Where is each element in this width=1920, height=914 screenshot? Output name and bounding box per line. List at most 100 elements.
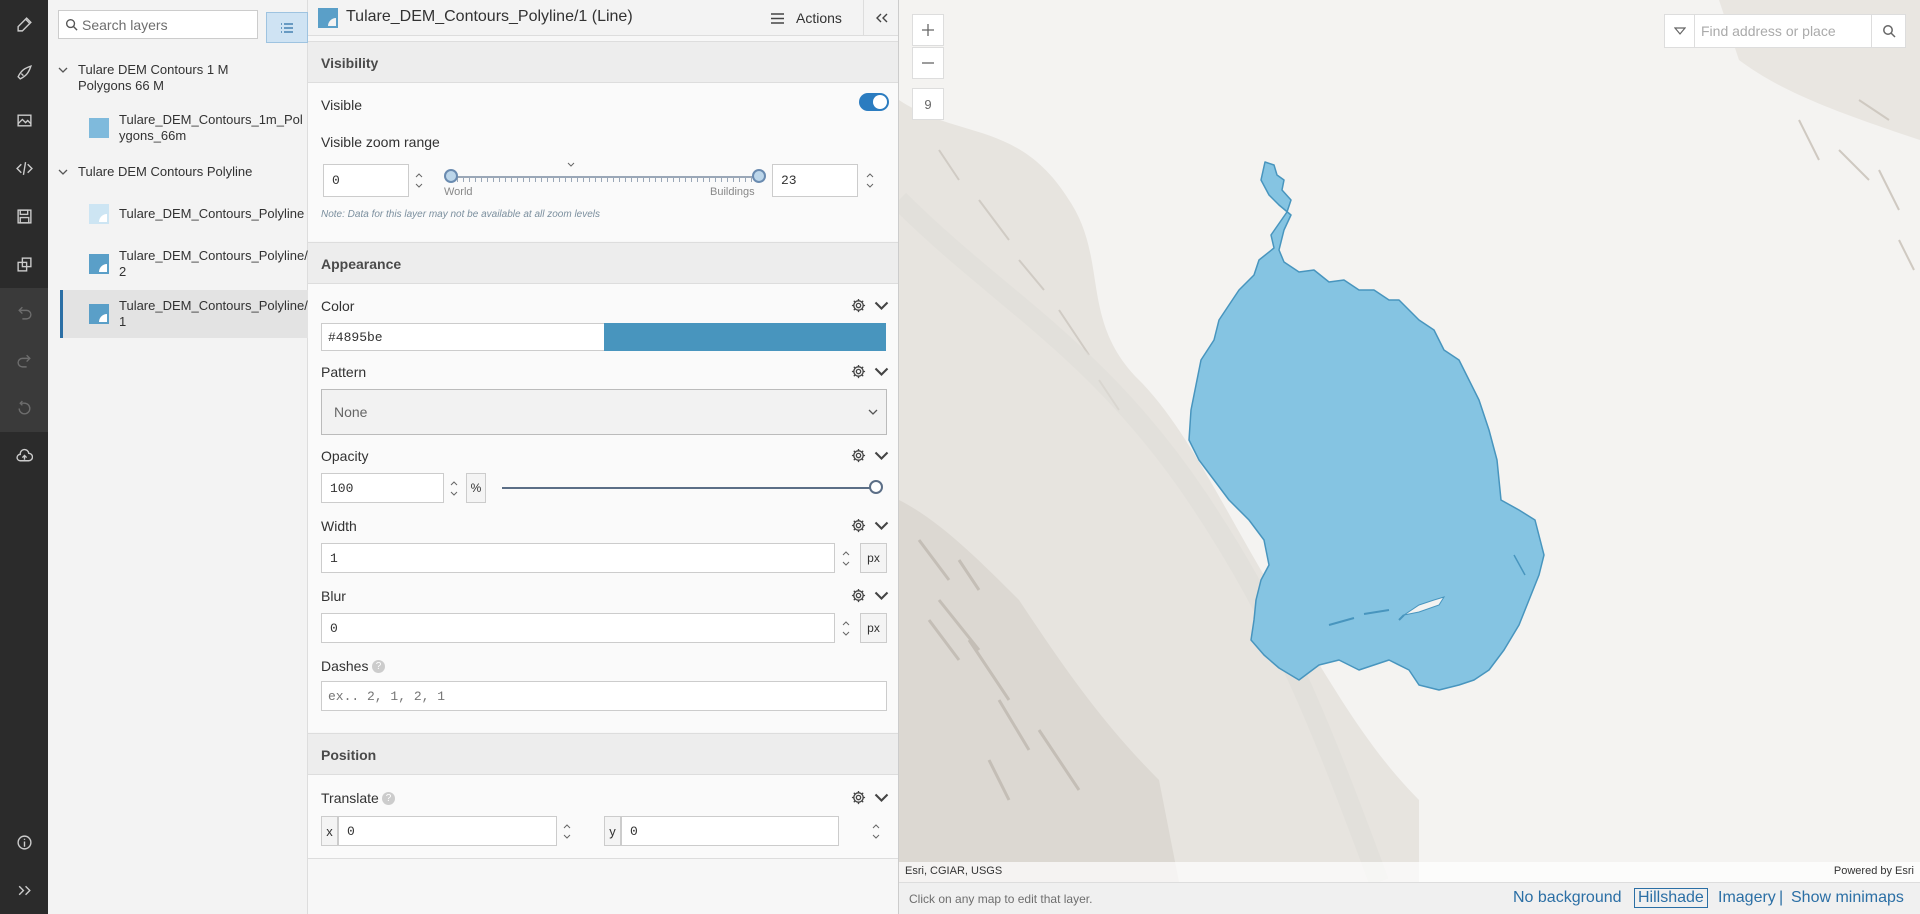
layer-item-polyline[interactable]: Tulare_DEM_Contours_Polyline bbox=[60, 190, 308, 238]
dashes-input[interactable] bbox=[321, 681, 887, 711]
collapse-panel-button[interactable] bbox=[863, 0, 898, 36]
min-zoom-input[interactable]: 0 bbox=[323, 164, 409, 197]
style-icon[interactable] bbox=[0, 48, 48, 96]
color-options[interactable] bbox=[851, 298, 889, 313]
chevron-down-icon bbox=[868, 409, 878, 415]
layer-item-polyline-1[interactable]: Tulare_DEM_Contours_Polyline/1 bbox=[60, 290, 308, 338]
pattern-select[interactable]: None bbox=[321, 389, 887, 435]
map-view[interactable]: 9 Esri, CGIAR, USGS Powered by Esri bbox=[899, 0, 1920, 882]
layer-item-polygons-66m[interactable]: Tulare_DEM_Contours_1m_Polygons_66m bbox=[60, 104, 308, 152]
visible-toggle[interactable] bbox=[859, 93, 889, 111]
gear-icon bbox=[851, 448, 866, 463]
min-zoom-stepper[interactable] bbox=[409, 164, 429, 197]
help-icon[interactable]: ? bbox=[382, 792, 395, 805]
info-icon[interactable] bbox=[0, 818, 48, 866]
image-icon[interactable] bbox=[0, 96, 48, 144]
chevron-up-icon bbox=[563, 823, 571, 828]
undo-icon[interactable] bbox=[0, 288, 48, 336]
width-input[interactable]: 1 bbox=[321, 543, 835, 573]
gear-icon bbox=[851, 298, 866, 313]
max-zoom-handle[interactable] bbox=[752, 169, 766, 183]
blur-input[interactable]: 0 bbox=[321, 613, 835, 643]
translate-label: Translate bbox=[321, 790, 379, 806]
geocoder-input[interactable] bbox=[1695, 23, 1865, 39]
position-section: Translate ? x 0 y 0 bbox=[308, 775, 898, 859]
pattern-options[interactable] bbox=[851, 364, 889, 379]
blur-unit: px bbox=[860, 613, 887, 643]
save-icon[interactable] bbox=[0, 192, 48, 240]
double-chevron-left-icon bbox=[875, 13, 887, 23]
opacity-unit: % bbox=[466, 473, 486, 503]
position-section-heading[interactable]: Position bbox=[308, 733, 898, 775]
opacity-options[interactable] bbox=[851, 448, 889, 463]
redo-icon[interactable] bbox=[0, 336, 48, 384]
edit-icon[interactable] bbox=[0, 0, 48, 48]
dashes-label: Dashes bbox=[321, 658, 369, 674]
chevron-down-icon bbox=[58, 169, 68, 175]
reset-icon[interactable] bbox=[0, 384, 48, 432]
width-stepper[interactable] bbox=[836, 543, 856, 573]
visibility-section: Visible Visible zoom range 0 World Build… bbox=[308, 83, 898, 241]
caret-down-icon bbox=[1673, 27, 1686, 35]
visible-label: Visible bbox=[321, 97, 362, 113]
translate-x-label: x bbox=[321, 816, 338, 846]
pattern-value: None bbox=[334, 404, 368, 420]
pattern-label: Pattern bbox=[321, 364, 367, 380]
code-icon[interactable] bbox=[0, 144, 48, 192]
panel-title: Tulare_DEM_Contours_Polyline/1 (Line) bbox=[346, 8, 633, 25]
gear-icon bbox=[851, 518, 866, 533]
geocoder-source-dropdown[interactable] bbox=[1665, 15, 1695, 47]
chevron-down-icon bbox=[874, 451, 889, 460]
zoom-range-label: Visible zoom range bbox=[321, 134, 440, 150]
layer-group-polygons[interactable]: Tulare DEM Contours 1 M Polygons 66 M bbox=[48, 62, 308, 94]
map-hint: Click on any map to edit that layer. bbox=[909, 892, 1093, 906]
show-minimaps-link[interactable]: Show minimaps bbox=[1791, 889, 1904, 907]
upload-icon[interactable] bbox=[0, 432, 48, 480]
layer-search-box[interactable] bbox=[58, 10, 258, 39]
geocoder-search-button[interactable] bbox=[1871, 15, 1905, 47]
color-hex-input[interactable]: #4895be bbox=[321, 323, 612, 351]
min-zoom-caption: World bbox=[444, 186, 473, 198]
layer-search-input[interactable] bbox=[78, 16, 248, 33]
blur-stepper[interactable] bbox=[836, 613, 856, 643]
max-zoom-stepper[interactable] bbox=[860, 164, 880, 197]
opacity-input[interactable]: 100 bbox=[321, 473, 444, 503]
zoom-out-button[interactable] bbox=[912, 47, 944, 79]
basemap-hillshade[interactable]: Hillshade bbox=[1634, 888, 1708, 908]
min-zoom-handle[interactable] bbox=[444, 169, 458, 183]
chevron-up-icon bbox=[866, 173, 874, 178]
line-layer-icon bbox=[89, 304, 109, 324]
color-swatch[interactable] bbox=[604, 323, 886, 351]
powered-by-link[interactable]: Powered by Esri bbox=[1834, 865, 1914, 877]
zoom-in-button[interactable] bbox=[912, 14, 944, 46]
translate-x-input[interactable]: 0 bbox=[338, 816, 557, 846]
layer-item-polyline-2[interactable]: Tulare_DEM_Contours_Polyline/2 bbox=[60, 240, 308, 288]
chevron-up-icon bbox=[872, 823, 880, 828]
translate-options[interactable] bbox=[851, 790, 889, 805]
layer-group-polyline[interactable]: Tulare DEM Contours Polyline bbox=[48, 164, 308, 180]
chevron-down-icon bbox=[563, 834, 571, 839]
map-attribution-bar: Esri, CGIAR, USGS Powered by Esri bbox=[899, 862, 1920, 882]
opacity-stepper[interactable] bbox=[444, 473, 464, 503]
list-view-button[interactable] bbox=[267, 13, 307, 42]
basemap-no-background[interactable]: No background bbox=[1513, 889, 1622, 907]
actions-button[interactable]: Actions bbox=[763, 0, 863, 36]
width-options[interactable] bbox=[851, 518, 889, 533]
plus-icon bbox=[922, 24, 934, 36]
layer-label: Tulare_DEM_Contours_Polyline/2 bbox=[119, 248, 308, 279]
zoom-note: Note: Data for this layer may not be ava… bbox=[321, 209, 601, 220]
appearance-section-heading[interactable]: Appearance bbox=[308, 242, 898, 284]
translate-y-stepper[interactable] bbox=[866, 816, 886, 846]
translate-x-stepper[interactable] bbox=[557, 816, 577, 846]
translate-y-input[interactable]: 0 bbox=[621, 816, 839, 846]
opacity-slider-handle[interactable] bbox=[869, 480, 883, 494]
max-zoom-input[interactable]: 23 bbox=[772, 164, 858, 197]
visibility-section-heading[interactable]: Visibility bbox=[308, 41, 898, 83]
opacity-slider-track[interactable] bbox=[502, 487, 872, 489]
expand-icon[interactable] bbox=[0, 866, 48, 914]
help-icon[interactable]: ? bbox=[372, 660, 385, 673]
copy-icon[interactable] bbox=[0, 240, 48, 288]
panel-header: Tulare_DEM_Contours_Polyline/1 (Line) Ac… bbox=[308, 0, 898, 36]
basemap-imagery[interactable]: Imagery bbox=[1718, 889, 1776, 907]
blur-options[interactable] bbox=[851, 588, 889, 603]
